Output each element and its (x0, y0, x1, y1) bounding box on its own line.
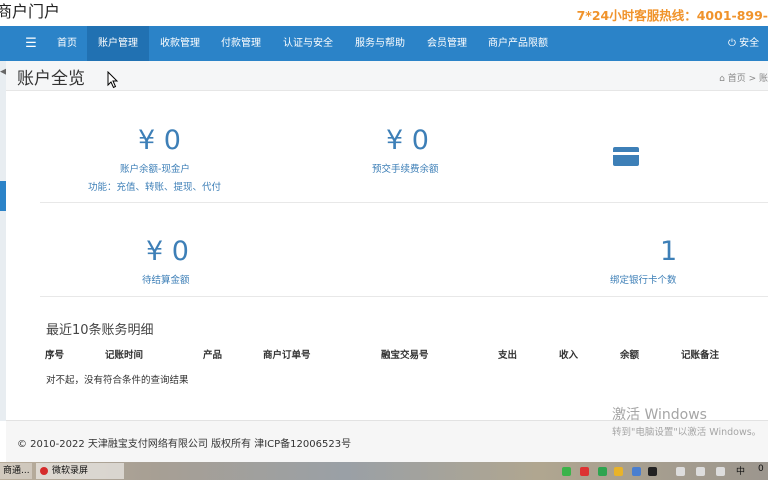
cash-balance-label: 账户余额-现金户 (120, 164, 190, 175)
recorder-icon (40, 467, 48, 475)
taskbar-item-recorder-label: 微软录屏 (52, 466, 89, 476)
mouse-cursor-icon (107, 71, 119, 89)
tray-app-icon[interactable] (632, 467, 641, 476)
taskbar-item-recorder[interactable]: 微软录屏 (36, 463, 124, 479)
column-header-product: 产品 (203, 350, 223, 361)
column-header-trade-no: 融宝交易号 (381, 350, 429, 361)
menu-icon[interactable]: ☰ (20, 26, 42, 61)
notification-count[interactable]: 0 (758, 464, 764, 474)
windows-taskbar: 商通... 微软录屏 中 0 (0, 462, 768, 480)
main-nav: ☰ 首页 账户管理 收款管理 付款管理 认证与安全 服务与帮助 会员管理 商户产… (0, 26, 768, 61)
nav-item-payment[interactable]: 付款管理 (214, 26, 268, 61)
activation-watermark-title: 激活 Windows (612, 407, 707, 423)
cash-balance-functions: 功能：充值、转账、提现、代付 (88, 182, 222, 193)
account-overview: ¥ 0 账户余额-现金户 功能：充值、转账、提现、代付 ¥ 0 预交手续费余额 … (6, 92, 768, 419)
bound-cards-label: 绑定银行卡个数 (610, 275, 677, 286)
column-header-seq: 序号 (45, 350, 65, 361)
summary-divider (40, 296, 768, 297)
tray-volume-icon[interactable] (716, 467, 725, 476)
portal-title: 商户门户 (0, 2, 61, 21)
logout-button[interactable]: ⏻ 安全 (728, 26, 768, 61)
tray-network-icon[interactable] (696, 467, 705, 476)
column-header-balance: 余额 (620, 350, 640, 361)
nav-item-help[interactable]: 服务与帮助 (348, 26, 412, 61)
nav-item-collection[interactable]: 收款管理 (153, 26, 207, 61)
pending-settlement-amount: ¥ 0 (146, 236, 189, 267)
tray-shield-icon[interactable] (676, 467, 685, 476)
ime-indicator[interactable]: 中 (736, 464, 745, 477)
recent-transactions-title: 最近10条账务明细 (46, 323, 154, 338)
breadcrumb[interactable]: ⌂ 首页 > 账 (719, 71, 768, 84)
nav-item-security[interactable]: 认证与安全 (276, 26, 340, 61)
tray-app-icon[interactable] (614, 467, 623, 476)
nav-item-members[interactable]: 会员管理 (420, 26, 474, 61)
hotline-text: 7*24小时客服热线：4001-899- (576, 8, 768, 23)
prepaid-fee-label: 预交手续费余额 (372, 164, 439, 175)
credit-card-icon (613, 147, 639, 166)
cash-balance-amount: ¥ 0 (138, 125, 181, 156)
top-header: 商户门户 7*24小时客服热线：4001-899- (0, 0, 768, 26)
nav-item-limits[interactable]: 商户产品限额 (482, 26, 554, 61)
column-header-remark: 记账备注 (681, 350, 720, 361)
page-title: 账户全览 (17, 69, 85, 89)
page-title-bar: 账户全览 ⌂ 首页 > 账 (6, 61, 768, 91)
column-header-income: 收入 (559, 350, 579, 361)
column-header-time: 记账时间 (105, 350, 144, 361)
activation-watermark-subtitle: 转到"电脑设置"以激活 Windows。 (612, 427, 762, 438)
taskbar-item-browser[interactable]: 商通... (0, 463, 32, 479)
tray-app-icon[interactable] (580, 467, 589, 476)
summary-divider (40, 202, 768, 203)
bound-cards-count: 1 (660, 236, 678, 267)
copyright-text: © 2010-2022 天津融宝支付网络有限公司 版权所有 津ICP备12006… (17, 439, 352, 450)
column-header-expense: 支出 (498, 350, 518, 361)
tray-app-icon[interactable] (562, 467, 571, 476)
tray-wechat-icon[interactable] (598, 467, 607, 476)
pending-settlement-label: 待结算金额 (142, 275, 190, 286)
empty-result-message: 对不起，没有符合条件的查询结果 (46, 375, 189, 386)
nav-item-account[interactable]: 账户管理 (87, 26, 149, 61)
tray-qq-icon[interactable] (648, 467, 657, 476)
column-header-merchant-order: 商户订单号 (263, 350, 311, 361)
prepaid-fee-amount: ¥ 0 (386, 125, 429, 156)
nav-item-home[interactable]: 首页 (50, 26, 84, 61)
